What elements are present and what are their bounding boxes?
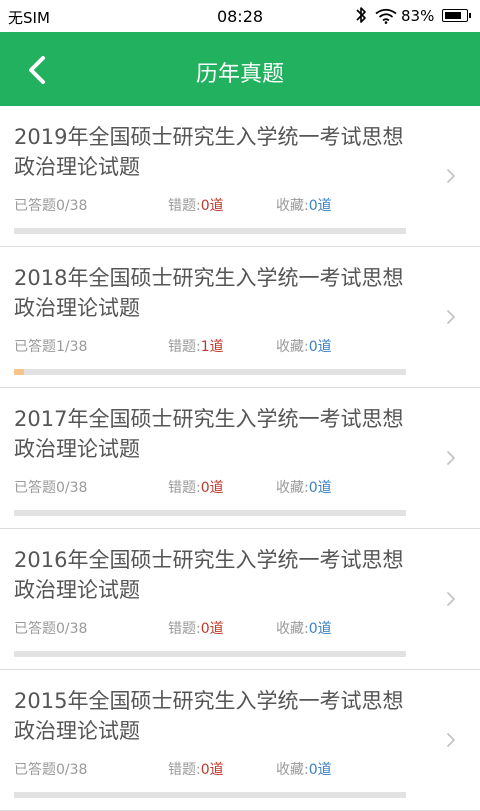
answered-stat: 已答题0/38 (14, 477, 87, 497)
chevron-right-icon (447, 310, 455, 324)
wrong-count: 1道 (200, 339, 224, 355)
exam-list: 2019年全国硕士研究生入学统一考试思想政治理论试题 已答题0/38 错题:0道… (0, 106, 480, 811)
favorite-label: 收藏: (276, 480, 309, 496)
progress-bar (14, 792, 406, 798)
progress-bar (14, 228, 406, 234)
wrong-label: 错题: (168, 762, 201, 778)
favorite-count: 0道 (308, 762, 332, 778)
answered-label: 已答题 (14, 198, 56, 214)
wrong-stat: 错题:0道 (168, 477, 224, 497)
chevron-right-icon (447, 592, 455, 606)
wifi-icon (375, 8, 397, 24)
wrong-label: 错题: (168, 339, 201, 355)
list-item[interactable]: 2019年全国硕士研究生入学统一考试思想政治理论试题 已答题0/38 错题:0道… (0, 106, 480, 247)
battery-level-fill (445, 12, 461, 19)
favorite-label: 收藏: (276, 198, 309, 214)
favorite-count: 0道 (308, 621, 332, 637)
answered-count: 0/38 (56, 762, 88, 778)
wrong-label: 错题: (168, 480, 201, 496)
favorite-label: 收藏: (276, 762, 309, 778)
favorite-stat: 收藏:0道 (276, 336, 332, 356)
header-bar: 历年真题 (0, 32, 480, 106)
exam-stats: 已答题0/38 错题:0道 收藏:0道 (14, 759, 434, 779)
progress-bar (14, 369, 406, 375)
wrong-label: 错题: (168, 621, 201, 637)
battery-percentage: 83% (401, 7, 435, 25)
wrong-label: 错题: (168, 198, 201, 214)
progress-fill (14, 369, 25, 375)
favorite-label: 收藏: (276, 621, 309, 637)
battery-icon (442, 9, 471, 22)
progress-bar (14, 651, 406, 657)
exam-title: 2017年全国硕士研究生入学统一考试思想政治理论试题 (14, 407, 404, 461)
answered-stat: 已答题1/38 (14, 336, 87, 356)
exam-stats: 已答题0/38 错题:0道 收藏:0道 (14, 477, 434, 497)
favorite-count: 0道 (308, 480, 332, 496)
wrong-stat: 错题:0道 (168, 759, 224, 779)
answered-count: 0/38 (56, 198, 88, 214)
answered-count: 0/38 (56, 621, 88, 637)
favorite-stat: 收藏:0道 (276, 195, 332, 215)
exam-title: 2016年全国硕士研究生入学统一考试思想政治理论试题 (14, 548, 404, 602)
answered-stat: 已答题0/38 (14, 195, 87, 215)
status-bar: 无SIM 08:28 83% (0, 0, 480, 32)
favorite-count: 0道 (308, 339, 332, 355)
bluetooth-icon (356, 7, 366, 23)
exam-title: 2019年全国硕士研究生入学统一考试思想政治理论试题 (14, 125, 404, 179)
answered-label: 已答题 (14, 339, 56, 355)
wrong-count: 0道 (200, 198, 224, 214)
favorite-label: 收藏: (276, 339, 309, 355)
favorite-count: 0道 (308, 198, 332, 214)
wrong-stat: 错题:0道 (168, 618, 224, 638)
exam-title: 2015年全国硕士研究生入学统一考试思想政治理论试题 (14, 689, 404, 743)
exam-stats: 已答题0/38 错题:0道 收藏:0道 (14, 618, 434, 638)
list-item[interactable]: 2017年全国硕士研究生入学统一考试思想政治理论试题 已答题0/38 错题:0道… (0, 388, 480, 529)
favorite-stat: 收藏:0道 (276, 477, 332, 497)
chevron-right-icon (447, 169, 455, 183)
answered-label: 已答题 (14, 621, 56, 637)
favorite-stat: 收藏:0道 (276, 759, 332, 779)
progress-bar (14, 510, 406, 516)
list-item[interactable]: 2015年全国硕士研究生入学统一考试思想政治理论试题 已答题0/38 错题:0道… (0, 670, 480, 811)
exam-stats: 已答题0/38 错题:0道 收藏:0道 (14, 195, 434, 215)
wrong-count: 0道 (200, 480, 224, 496)
wrong-stat: 错题:1道 (168, 336, 224, 356)
page-title: 历年真题 (195, 62, 284, 87)
answered-count: 0/38 (56, 480, 88, 496)
answered-label: 已答题 (14, 480, 56, 496)
answered-label: 已答题 (14, 762, 56, 778)
wrong-count: 0道 (200, 762, 224, 778)
list-item[interactable]: 2016年全国硕士研究生入学统一考试思想政治理论试题 已答题0/38 错题:0道… (0, 529, 480, 670)
wrong-count: 0道 (200, 621, 224, 637)
chevron-right-icon (447, 733, 455, 747)
answered-count: 1/38 (56, 339, 88, 355)
chevron-right-icon (447, 451, 455, 465)
wrong-stat: 错题:0道 (168, 195, 224, 215)
favorite-stat: 收藏:0道 (276, 618, 332, 638)
exam-stats: 已答题1/38 错题:1道 收藏:0道 (14, 336, 434, 356)
answered-stat: 已答题0/38 (14, 759, 87, 779)
exam-title: 2018年全国硕士研究生入学统一考试思想政治理论试题 (14, 266, 404, 320)
list-item[interactable]: 2018年全国硕士研究生入学统一考试思想政治理论试题 已答题1/38 错题:1道… (0, 247, 480, 388)
answered-stat: 已答题0/38 (14, 618, 87, 638)
